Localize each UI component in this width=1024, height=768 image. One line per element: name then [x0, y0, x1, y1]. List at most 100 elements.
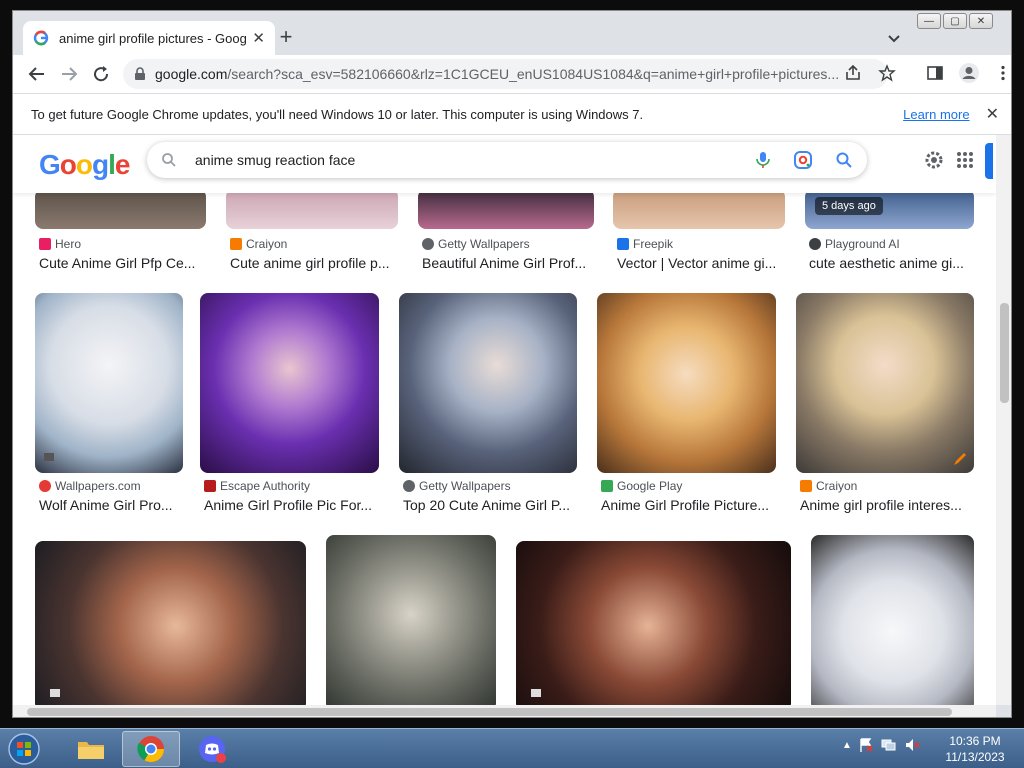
result-image[interactable]: 5 days ago [805, 189, 974, 229]
side-panel-icon [927, 66, 943, 80]
taskbar-explorer[interactable] [62, 731, 120, 767]
clock-time: 10:36 PM [949, 734, 1001, 748]
minimize-button[interactable]: — [917, 13, 941, 29]
vertical-scrollbar[interactable] [996, 135, 1011, 705]
infobar-message: To get future Google Chrome updates, you… [31, 106, 644, 122]
show-hidden-icons[interactable]: ▲ [842, 740, 852, 751]
address-bar[interactable]: google.com/search?sca_esv=582106660&rlz=… [123, 59, 888, 89]
back-button[interactable] [23, 60, 51, 88]
three-dots-vertical-icon [1001, 65, 1005, 81]
side-panel-button[interactable] [923, 61, 947, 85]
folder-icon [78, 742, 104, 759]
result-image[interactable] [796, 293, 974, 473]
tab-strip: anime girl profile pictures - Goog ✕ + —… [13, 11, 1011, 55]
reload-button[interactable] [87, 60, 115, 88]
result-image[interactable] [399, 293, 577, 473]
google-logo[interactable]: Google [39, 149, 130, 181]
search-submit-icon[interactable] [835, 151, 853, 169]
share-icon [846, 64, 860, 80]
close-window-button[interactable]: ✕ [969, 13, 993, 29]
result-title[interactable]: cute aesthetic anime gi... [809, 255, 971, 271]
result-title[interactable]: Wolf Anime Girl Pro... [39, 497, 187, 513]
taskbar-clock[interactable]: 10:36 PM 11/13/2023 [936, 733, 1014, 765]
infobar-close-icon[interactable]: ✕ [986, 104, 999, 124]
tab-close-icon[interactable]: ✕ [252, 29, 265, 47]
result-title[interactable]: Beautiful Anime Girl Prof... [422, 255, 594, 271]
escape-authority-favicon-icon [204, 480, 216, 492]
result-image[interactable] [35, 189, 206, 229]
result-title[interactable]: Top 20 Cute Anime Girl P... [403, 497, 579, 513]
result-source[interactable]: Playground AI [809, 237, 900, 251]
result-source[interactable]: Getty Wallpapers [422, 237, 530, 251]
result-image[interactable] [226, 189, 398, 229]
result-image[interactable] [516, 541, 791, 705]
search-input[interactable]: anime smug reaction face [195, 152, 755, 168]
search-box[interactable]: anime smug reaction face [147, 142, 867, 178]
taskbar-chrome[interactable] [122, 731, 180, 767]
result-image[interactable] [597, 293, 776, 473]
result-source[interactable]: Wallpapers.com [39, 479, 141, 493]
learn-more-link[interactable]: Learn more [903, 107, 969, 122]
result-image[interactable] [326, 535, 496, 705]
microphone-icon[interactable] [755, 151, 771, 169]
tab-search-icon[interactable] [885, 29, 903, 47]
wallpapers-favicon-icon [39, 480, 51, 492]
vertical-scroll-thumb[interactable] [1000, 303, 1009, 403]
google-play-favicon-icon [601, 480, 613, 492]
forward-button[interactable] [55, 60, 83, 88]
result-title[interactable]: Cute Anime Girl Pfp Ce... [39, 255, 199, 271]
result-image[interactable] [35, 293, 183, 473]
globe-favicon-icon [403, 480, 415, 492]
window-controls: — ▢ ✕ [917, 13, 993, 29]
result-source[interactable]: Google Play [601, 479, 682, 493]
new-tab-button[interactable]: + [275, 26, 297, 49]
system-tray: ▲ [842, 737, 922, 753]
google-images-page: Google anime smug reaction face 5 days a… [13, 135, 996, 705]
start-orb-icon[interactable] [4, 731, 44, 767]
lock-icon[interactable] [133, 67, 147, 81]
update-infobar: To get future Google Chrome updates, you… [13, 93, 1011, 135]
profile-button[interactable] [957, 61, 981, 85]
result-title[interactable]: Anime Girl Profile Picture... [601, 497, 777, 513]
result-title[interactable]: Anime Girl Profile Pic For... [204, 497, 380, 513]
image-results-grid: 5 days ago Hero Cute Anime Girl Pfp Ce..… [13, 189, 996, 705]
result-source[interactable]: Escape Authority [204, 479, 310, 493]
tab-google-search[interactable]: anime girl profile pictures - Goog ✕ [23, 21, 275, 55]
result-image[interactable] [35, 541, 306, 705]
hero-favicon-icon [39, 238, 51, 250]
result-source[interactable]: Craiyon [230, 237, 287, 251]
craiyon-favicon-icon [800, 480, 812, 492]
result-image[interactable] [418, 189, 594, 229]
tab-title: anime girl profile pictures - Goog [59, 30, 247, 46]
back-arrow-icon [28, 67, 44, 81]
share-button[interactable] [841, 61, 865, 85]
sign-in-button-edge[interactable] [985, 143, 993, 179]
windows-taskbar: ▲ 10:36 PM 11/13/2023 [0, 728, 1024, 768]
result-source[interactable]: Hero [39, 237, 81, 251]
recency-badge: 5 days ago [815, 197, 883, 215]
result-source[interactable]: Craiyon [800, 479, 857, 493]
result-title[interactable]: Anime girl profile interes... [800, 497, 972, 513]
apps-grid-icon[interactable] [955, 150, 975, 170]
taskbar-discord[interactable] [184, 731, 242, 767]
search-box-icons [755, 150, 853, 170]
bookmark-button[interactable] [875, 61, 899, 85]
result-source[interactable]: Getty Wallpapers [403, 479, 511, 493]
url-text: google.com/search?sca_esv=582106660&rlz=… [155, 66, 840, 82]
network-icon[interactable] [880, 737, 898, 753]
result-title[interactable]: Cute anime girl profile p... [230, 255, 400, 271]
result-image[interactable] [200, 293, 379, 473]
result-image[interactable] [811, 535, 974, 705]
volume-muted-icon[interactable] [904, 737, 922, 753]
result-image[interactable] [613, 189, 785, 229]
result-title[interactable]: Vector | Vector anime gi... [617, 255, 787, 271]
settings-gear-icon[interactable] [923, 149, 945, 171]
horizontal-scrollbar[interactable] [13, 705, 996, 717]
action-center-flag-icon[interactable] [858, 737, 874, 753]
maximize-button[interactable]: ▢ [943, 13, 967, 29]
result-source[interactable]: Freepik [617, 237, 673, 251]
horizontal-scroll-thumb[interactable] [27, 708, 952, 716]
chrome-menu-button[interactable] [991, 61, 1011, 85]
reload-icon [94, 66, 109, 82]
google-lens-icon[interactable] [793, 150, 813, 170]
